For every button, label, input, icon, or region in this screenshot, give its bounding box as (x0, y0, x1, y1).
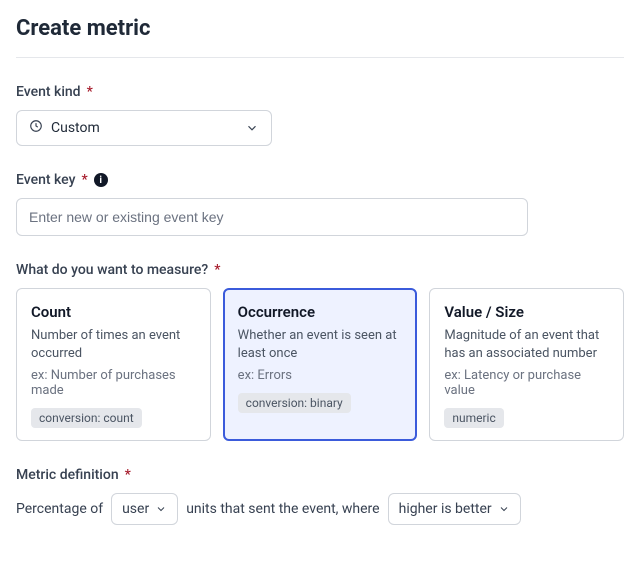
card-desc: Magnitude of an event that has an associ… (444, 327, 609, 362)
required-asterisk: * (81, 172, 87, 188)
event-key-section: Event key * i (16, 172, 624, 236)
card-tag: conversion: count (31, 408, 142, 428)
card-example: ex: Latency or purchase value (444, 368, 609, 398)
card-title: Count (31, 303, 196, 321)
chevron-down-icon (245, 121, 259, 135)
measure-options: Count Number of times an event occurred … (16, 288, 624, 441)
event-kind-select[interactable]: Custom (16, 110, 272, 146)
card-title: Value / Size (444, 303, 609, 321)
card-desc: Number of times an event occurred (31, 327, 196, 362)
measure-option-count[interactable]: Count Number of times an event occurred … (16, 288, 211, 441)
event-kind-label: Event kind * (16, 84, 624, 100)
measure-label-text: What do you want to measure? (16, 262, 208, 278)
divider (16, 57, 624, 58)
measure-label: What do you want to measure? * (16, 262, 624, 278)
chevron-down-icon (155, 503, 167, 515)
required-asterisk: * (125, 467, 131, 483)
unit-value: user (122, 501, 149, 517)
event-kind-section: Event kind * Custom (16, 84, 624, 146)
event-key-label: Event key * i (16, 172, 624, 188)
info-icon[interactable]: i (94, 173, 108, 187)
metric-definition-label: Metric definition * (16, 467, 624, 483)
measure-option-occurrence[interactable]: Occurrence Whether an event is seen at l… (223, 288, 418, 441)
direction-value: higher is better (399, 501, 492, 517)
card-tag: numeric (444, 408, 503, 428)
event-key-label-text: Event key (16, 172, 75, 188)
definition-prefix: Percentage of (16, 501, 103, 517)
metric-definition-section: Metric definition * Percentage of user u… (16, 467, 624, 525)
event-kind-label-text: Event kind (16, 84, 81, 100)
card-example: ex: Errors (238, 368, 403, 383)
measure-option-value-size[interactable]: Value / Size Magnitude of an event that … (429, 288, 624, 441)
card-tag: conversion: binary (238, 393, 351, 413)
card-example: ex: Number of purchases made (31, 368, 196, 398)
required-asterisk: * (214, 262, 220, 278)
card-desc: Whether an event is seen at least once (238, 327, 403, 362)
direction-select[interactable]: higher is better (388, 493, 521, 525)
unit-select[interactable]: user (111, 493, 178, 525)
custom-icon (29, 119, 43, 137)
metric-definition-row: Percentage of user units that sent the e… (16, 493, 624, 525)
card-title: Occurrence (238, 303, 403, 321)
event-kind-value: Custom (51, 120, 100, 136)
event-key-input[interactable] (16, 198, 528, 236)
metric-definition-label-text: Metric definition (16, 467, 119, 483)
measure-section: What do you want to measure? * Count Num… (16, 262, 624, 441)
chevron-down-icon (498, 503, 510, 515)
required-asterisk: * (87, 84, 93, 100)
page-title: Create metric (16, 16, 624, 41)
definition-middle: units that sent the event, where (186, 501, 379, 517)
